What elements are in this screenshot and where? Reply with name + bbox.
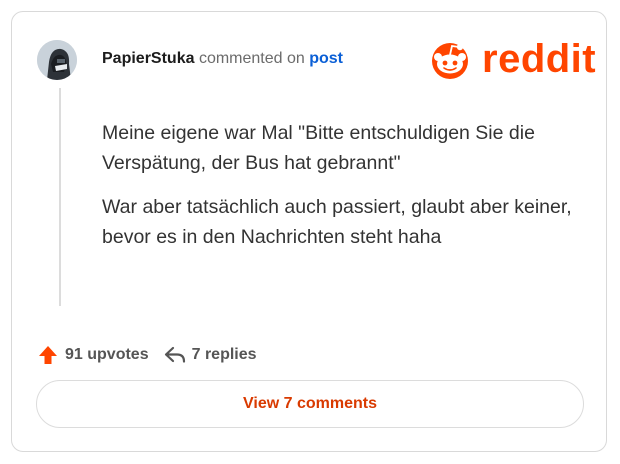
reply-stat[interactable]: 7 replies [163, 344, 257, 366]
upvote-arrow-icon [39, 346, 57, 364]
view-comments-button[interactable]: View 7 comments [36, 380, 584, 428]
upvote-stat[interactable]: 91 upvotes [37, 344, 149, 366]
avatar-image [37, 40, 77, 80]
upvote-count: 91 upvotes [65, 346, 149, 363]
view-comments-label: View 7 comments [243, 395, 377, 412]
thread-line [59, 88, 61, 306]
action-text: commented on [198, 50, 305, 67]
post-link[interactable]: post [309, 50, 343, 67]
comment-body: Meine eigene war Mal "Bitte entschuldige… [102, 118, 572, 266]
reddit-snoo-icon [432, 43, 468, 79]
comment-header: PapierStuka commented on post [102, 50, 343, 68]
reply-count: 7 replies [191, 346, 257, 363]
avatar[interactable] [37, 40, 77, 80]
comment-paragraph: Meine eigene war Mal "Bitte entschuldige… [102, 122, 535, 174]
reply-arrow-icon [164, 346, 185, 363]
comment-paragraph: War aber tatsächlich auch passiert, glau… [102, 196, 572, 248]
reddit-logo[interactable]: reddit [428, 37, 596, 81]
username[interactable]: PapierStuka [102, 50, 194, 67]
comment-stats: 91 upvotes 7 replies [37, 344, 257, 366]
logo-text: reddit [482, 37, 597, 81]
